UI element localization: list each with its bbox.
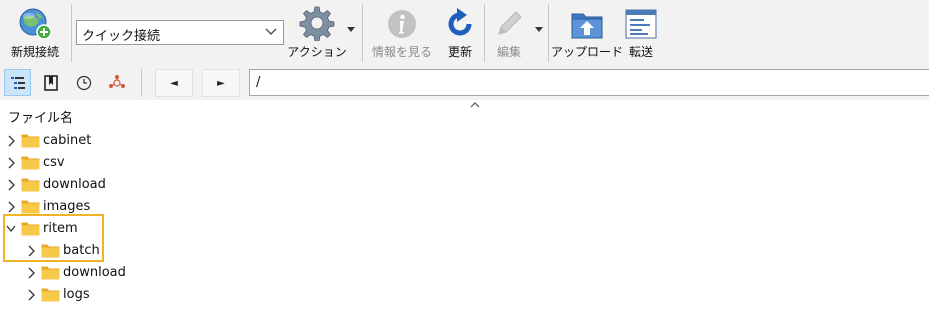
transfer-window-icon [625,9,657,39]
action-label: アクション [287,45,347,59]
tree-view-icon [10,76,25,89]
refresh-label: 更新 [447,45,472,59]
tree-item-name: cabinet [43,133,92,148]
tree-item-name: csv [43,155,65,170]
filename-column-header[interactable]: ファイル名 [8,107,73,126]
tree-row[interactable]: batch [0,240,929,262]
action-dropdown-arrow[interactable] [347,27,355,32]
chevron-right-icon[interactable] [6,201,16,213]
chevron-right-icon[interactable] [6,135,16,147]
folder-icon [21,200,40,214]
forward-button[interactable]: ► [202,69,240,97]
tree-row[interactable]: csv [0,152,929,174]
info-icon [388,10,416,38]
edit-dropdown-arrow[interactable] [535,27,543,32]
toolbar-separator [484,4,485,62]
path-field[interactable]: / [249,69,929,96]
folder-icon [21,134,40,148]
folder-icon [21,156,40,170]
chevron-right-icon[interactable] [6,157,16,169]
new-connection-label: 新規接続 [10,45,59,59]
back-button[interactable]: ◄ [155,69,193,97]
folder-icon [41,266,60,280]
tree-item-name: download [43,177,106,192]
browser-view-button[interactable] [4,69,31,96]
path-value: / [256,75,261,90]
chevron-right-icon[interactable] [26,267,36,279]
tree-row[interactable]: ritem [0,218,929,240]
history-button[interactable] [70,69,97,96]
bonjour-button[interactable] [103,69,130,96]
folder-icon [41,288,60,302]
folder-icon [21,178,40,192]
sort-ascending-icon [470,102,480,108]
toolbar-separator [71,4,72,62]
navigation-bar: ◄ ► / [0,66,929,100]
tree-row[interactable]: download [0,174,929,196]
clock-icon [76,75,91,90]
highlight-box [3,214,104,262]
upload-folder-icon [571,13,603,39]
column-header: ファイル名 [0,100,929,128]
chevron-down-icon [265,28,277,35]
tree-row[interactable]: download [0,262,929,284]
new-connection-button[interactable]: 新規接続 [4,4,66,62]
toolbar-separator [362,4,363,62]
refresh-button[interactable]: 更新 [442,4,478,62]
quick-connect-value: クイック接続 [82,29,161,44]
tree-row[interactable]: logs [0,284,929,306]
refresh-icon [448,8,472,36]
info-label: 情報を見る [371,45,432,59]
back-arrow-icon: ◄ [170,77,178,89]
transfer-button[interactable]: 転送 [623,4,659,62]
tree-item-name: download [63,265,126,280]
upload-button[interactable]: アップロード [551,4,624,62]
transfer-label: 転送 [628,45,653,59]
tree-item-name: images [43,199,91,214]
navbar-separator [141,69,142,97]
action-button[interactable]: アクション [287,4,347,62]
gear-icon [299,6,335,41]
edit-label: 編集 [496,45,521,59]
toolbar: 新規接続 クイック接続 アクション 情報を見る 更新 編集 アップロード 転送 [0,0,929,66]
toolbar-separator [548,4,549,62]
tree-row[interactable]: images [0,196,929,218]
tree-row[interactable]: cabinet [0,130,929,152]
upload-label: アップロード [551,45,624,59]
info-button[interactable]: 情報を見る [369,4,435,62]
tree-item-name: logs [63,287,90,302]
quick-connect-dropdown[interactable]: クイック接続 [76,20,284,45]
forward-arrow-icon: ► [217,77,225,89]
bookmarks-button[interactable] [37,69,64,96]
chevron-right-icon[interactable] [26,289,36,301]
globe-add-icon [19,8,52,40]
pencil-icon [498,11,522,35]
bookmark-icon [43,74,58,91]
network-icon [108,74,125,88]
edit-button[interactable]: 編集 [490,4,528,62]
chevron-right-icon[interactable] [6,179,16,191]
